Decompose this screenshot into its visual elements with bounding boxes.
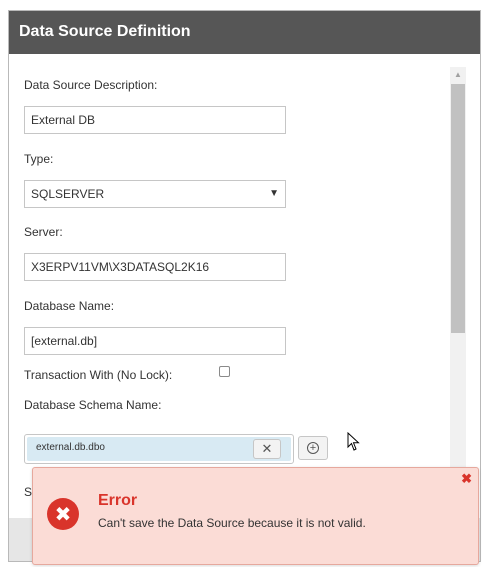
type-select[interactable]: SQLSERVER ▼	[24, 180, 286, 208]
mouse-cursor-icon	[347, 432, 360, 451]
type-select-value: SQLSERVER	[31, 187, 105, 201]
transaction-label: Transaction With (No Lock):	[24, 368, 173, 382]
schema-tag-input[interactable]: external.db.dbo ✕	[24, 434, 294, 464]
error-message: Can't save the Data Source because it is…	[98, 516, 366, 530]
dialog-title: Data Source Definition	[19, 23, 191, 40]
error-title: Error	[98, 492, 138, 509]
add-schema-button[interactable]: +	[298, 436, 328, 460]
server-field[interactable]: X3ERPV11VM\X3DATASQL2K16	[24, 253, 286, 281]
schema-label: Database Schema Name:	[24, 398, 162, 412]
transaction-checkbox[interactable]	[219, 366, 230, 377]
schema-tag: external.db.dbo ✕	[27, 437, 291, 461]
next-field-label: S	[24, 485, 33, 499]
close-icon[interactable]: ✖	[461, 472, 472, 485]
close-icon: ✕	[261, 441, 273, 456]
error-icon: ✖	[47, 498, 79, 530]
scroll-up-icon[interactable]: ▲	[450, 67, 466, 83]
type-label: Type:	[24, 152, 54, 166]
database-field[interactable]: [external.db]	[24, 327, 286, 355]
server-label: Server:	[24, 225, 63, 239]
description-field[interactable]: External DB	[24, 106, 286, 134]
scroll-thumb[interactable]	[451, 84, 465, 333]
chevron-down-icon: ▼	[269, 188, 279, 199]
error-notification: ✖ ✖ Error Can't save the Data Source bec…	[32, 467, 479, 565]
description-label: Data Source Description:	[24, 78, 158, 92]
database-label: Database Name:	[24, 299, 115, 313]
remove-tag-button[interactable]: ✕	[253, 439, 281, 459]
plus-circle-icon: +	[307, 442, 319, 454]
schema-tag-label: external.db.dbo	[36, 442, 105, 453]
dialog-titlebar: Data Source Definition	[9, 11, 480, 54]
